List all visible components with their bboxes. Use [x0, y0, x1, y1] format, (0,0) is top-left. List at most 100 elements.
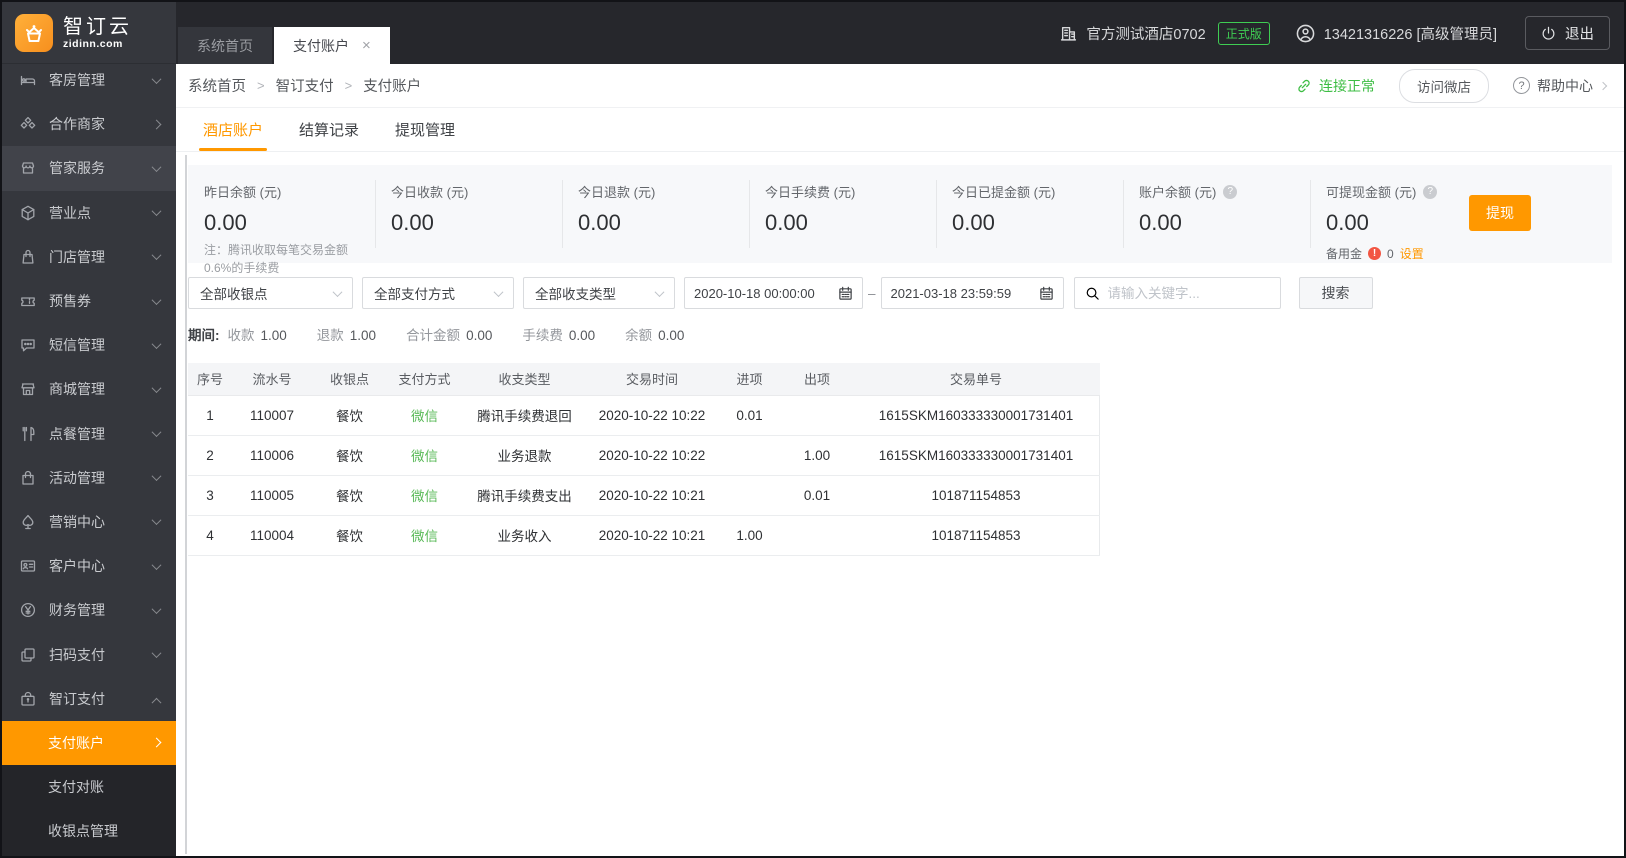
cell-cashier: 餐饮 — [312, 515, 387, 556]
breadcrumb-item[interactable]: 支付账户 — [363, 75, 421, 96]
transaction-type-select[interactable]: 全部收支类型 — [523, 277, 675, 309]
sidebar-subitem-payment-account[interactable]: 支付账户 — [2, 720, 176, 765]
logo[interactable]: 智订云 zidinn.com — [2, 2, 176, 64]
chevron-down-icon — [151, 383, 162, 393]
cell-txn: 101871154853 — [852, 515, 1100, 556]
tab-withdrawal-management[interactable]: 提现管理 — [395, 108, 455, 151]
logout-button[interactable]: 退出 — [1525, 16, 1610, 50]
help-icon[interactable]: ? — [1423, 184, 1438, 199]
butler-icon — [20, 160, 37, 177]
cell-cashier: 餐饮 — [312, 395, 387, 436]
cell-cashier: 餐饮 — [312, 435, 387, 476]
chevron-right-icon — [1598, 81, 1608, 90]
sidebar-subitem-label: 收银点管理 — [48, 823, 118, 840]
sidebar-item-label: 活动管理 — [49, 469, 105, 486]
chevron-down-icon — [654, 286, 665, 297]
window-tab-payment-account[interactable]: 支付账户 × — [274, 27, 390, 64]
sidebar-item-mall[interactable]: 商城管理 — [2, 367, 176, 411]
sidebar-item-label: 营销中心 — [49, 513, 105, 530]
date-range-separator: – — [868, 285, 876, 301]
sidebar: 智订云 zidinn.com 客房管理合作商家管家服务营业点门店管理 预售券 短信管… — [2, 2, 176, 856]
summary-item-label: 收款 — [227, 328, 255, 343]
sidebar-subitem-cashier-management[interactable]: 收银点管理 — [2, 809, 176, 853]
summary-item-value: 1.00 — [349, 328, 377, 343]
cell-out — [782, 395, 852, 436]
table-row: 1 110007 餐饮 微信 腾讯手续费退回 2020-10-22 10:22 0.01 16… — [188, 395, 1100, 436]
column-header: 收银点 — [312, 363, 387, 396]
cell-serial: 110006 — [232, 435, 312, 476]
cashier-select[interactable]: 全部收银点 — [188, 277, 353, 309]
sidebar-item-label: 合作商家 — [49, 116, 105, 133]
table-body: 1 110007 餐饮 微信 腾讯手续费退回 2020-10-22 10:22 0.01 16… — [188, 395, 1100, 556]
stat-label-text: 可提现金额 (元) — [1326, 185, 1417, 200]
sidebar-item-outlet[interactable]: 营业点 — [2, 191, 176, 235]
brand-title: 智订云 — [63, 15, 132, 38]
date-to-value: 2021-03-18 23:59:59 — [890, 285, 1012, 301]
marketing-icon — [20, 513, 37, 530]
date-to-input[interactable]: 2021-03-18 23:59:59 — [880, 277, 1064, 309]
sidebar-item-shop[interactable]: 门店管理 — [2, 235, 176, 279]
breadcrumb-right: 连接正常 访问微店 ? 帮助中心 — [1296, 68, 1608, 103]
help-center-link[interactable]: ? 帮助中心 — [1513, 76, 1608, 96]
column-header: 收支类型 — [462, 363, 587, 396]
reserve-settings-link[interactable]: 设置 — [1400, 245, 1424, 262]
keyword-search — [1073, 277, 1281, 309]
withdraw-button[interactable]: 提现 — [1469, 195, 1531, 231]
column-header: 流水号 — [232, 363, 312, 396]
main-area: 系统首页 支付账户 × 官方测试酒店0702 正式版 13421316226 [… — [176, 2, 1624, 856]
food-icon — [20, 425, 37, 442]
stat-value: 0.00 — [578, 210, 621, 235]
breadcrumb-item[interactable]: 系统首页 — [188, 75, 246, 96]
stat-label: 今日收款 (元) — [391, 185, 469, 200]
cell-no: 1 — [188, 395, 232, 436]
topbar: 系统首页 支付账户 × 官方测试酒店0702 正式版 13421316226 [… — [176, 2, 1624, 64]
window-tab-home[interactable]: 系统首页 — [178, 27, 272, 64]
period-summary-title: 期间: — [188, 328, 220, 343]
stat-value: 0.00 — [391, 210, 434, 235]
summary-item: 余额 0.00 — [625, 324, 684, 344]
question-icon: ? — [1513, 77, 1530, 94]
chevron-down-icon — [332, 286, 343, 297]
sidebar-item-sms[interactable]: 短信管理 — [2, 323, 176, 367]
cell-time: 2020-10-22 10:22 — [587, 435, 717, 476]
chevron-down-icon — [151, 294, 162, 305]
cell-type: 业务收入 — [462, 515, 587, 556]
date-from-input[interactable]: 2020-10-18 00:00:00 — [684, 277, 863, 309]
breadcrumb-item[interactable]: 智订支付 — [276, 75, 334, 96]
payment-method-select[interactable]: 全部支付方式 — [362, 277, 514, 309]
sidebar-item-finance[interactable]: 财务管理 — [2, 588, 176, 632]
help-icon[interactable]: ? — [1223, 184, 1238, 199]
tab-settlement-records[interactable]: 结算记录 — [299, 108, 359, 151]
sidebar-item-partner[interactable]: 合作商家 — [2, 102, 176, 146]
search-input[interactable] — [1107, 285, 1270, 301]
logout-label: 退出 — [1565, 26, 1594, 43]
cell-type: 腾讯手续费支出 — [462, 475, 587, 516]
search-button[interactable]: 搜索 — [1298, 277, 1373, 309]
sidebar-item-ticket[interactable]: 预售券 — [2, 279, 176, 323]
shop-icon — [20, 248, 37, 265]
sidebar-item-scan[interactable]: 扫码支付 — [2, 632, 176, 676]
sidebar-item-label: 营业点 — [49, 204, 91, 221]
chevron-down-icon — [151, 515, 162, 526]
cell-no: 3 — [188, 475, 232, 516]
transaction-type-select-value: 全部收支类型 — [535, 287, 616, 302]
close-icon[interactable]: × — [362, 38, 371, 53]
sidebar-item-zpay[interactable]: 智订支付 — [2, 677, 176, 721]
summary-item: 退款 1.00 — [317, 324, 376, 344]
sidebar-item-food[interactable]: 点餐管理 — [2, 412, 176, 456]
stat-note: 注：腾讯收取每笔交易金额0.6%的手续费 — [204, 243, 349, 275]
sidebar-item-marketing[interactable]: 营销中心 — [2, 500, 176, 544]
breadcrumb-bar: 系统首页 > 智订支付 > 支付账户 连接正常 访问微店 ? 帮助中心 — [176, 64, 1624, 108]
building-icon — [1061, 26, 1077, 41]
sidebar-item-customer[interactable]: 客户中心 — [2, 544, 176, 588]
tab-hotel-account[interactable]: 酒店账户 — [198, 108, 268, 151]
column-header: 交易时间 — [587, 363, 717, 396]
sidebar-item-butler[interactable]: 管家服务 — [2, 146, 176, 191]
activity-icon — [20, 469, 37, 486]
calendar-icon — [839, 286, 852, 300]
visit-shop-button[interactable]: 访问微店 — [1399, 68, 1489, 103]
sidebar-item-activity[interactable]: 活动管理 — [2, 456, 176, 500]
sidebar-item-rooms[interactable]: 客房管理 — [2, 58, 176, 102]
transactions-table: 序号 流水号 收银点 支付方式 收支类型 交易时间 进项 出项 交易单号 1 110007 餐饮 微信… — [188, 363, 1100, 556]
sidebar-subitem-payment-reconciliation[interactable]: 支付对账 — [2, 765, 176, 809]
